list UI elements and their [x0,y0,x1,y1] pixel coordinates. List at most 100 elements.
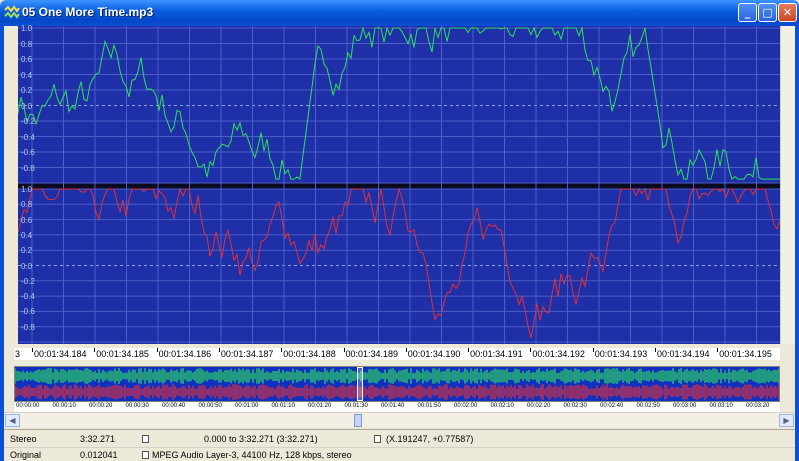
close-button[interactable]: ✕ [778,3,797,22]
time-label: 00:01:34.192 [532,349,585,359]
amplitude-label: 0.0 [21,101,33,111]
overview-time-label: 00:00:50 [198,403,222,409]
overview-time-label: 00:01:10 [271,403,295,409]
time-label: 00:01:34.186 [158,349,212,359]
amplitude-label: 0.0 [21,261,33,271]
status-bar: Stereo 3:32.271 0.000 to 3:32.271 (3:32.… [4,429,795,461]
overview-canvas[interactable] [15,367,779,401]
time-label: 00:01:34.187 [220,349,274,359]
status-row-1: Stereo 3:32.271 0.000 to 3:32.271 (3:32.… [4,432,795,447]
horizontal-scrollbar[interactable]: ◀ ▶ [4,412,795,427]
time-tick [343,348,345,352]
amplitude-label: 0.8 [21,39,33,49]
status-duration: 3:32.271 [80,434,116,444]
amplitude-label: -0.2 [21,117,35,126]
close-icon: ✕ [782,6,793,19]
chevron-left-icon: ◀ [9,416,16,425]
status-format: MPEG Audio Layer-3, 44100 Hz, 128 kbps, … [152,450,352,460]
amplitude-label: 0.8 [21,200,33,210]
time-tick [94,348,96,352]
format-icon [142,451,149,459]
overview-left-channel [15,368,779,384]
overview-time-label: 00:01:40 [381,403,405,409]
overview-time-label: 00:01:50 [417,403,441,409]
status-view: Original [10,450,42,460]
minimize-icon: _ [744,6,751,19]
overview-time-label: 00:00:00 [16,403,40,409]
overview-right-channel [15,384,779,400]
time-tick [156,348,158,352]
overview-time-label: 00:01:00 [235,403,259,409]
horizontal-scroll-thumb[interactable] [354,414,362,427]
overview-time-label: 00:01:30 [344,403,368,409]
waveform-canvas[interactable] [18,26,780,344]
time-tick [655,348,656,352]
window-frame-right [795,26,799,461]
time-tick [530,348,532,352]
amplitude-label: -0.6 [21,148,35,157]
editor-client-area: 1.0 0.8 0.6 0.4 0.2 0.0 -0.2 -0.4 -0.6 -0.8 1.0 0.8… [4,24,795,461]
amplitude-label: 0.4 [21,230,33,240]
time-ruler[interactable]: 3 00:01:34.184 00:01:34.185 00:01:34.186 00… [14,348,780,360]
right-channel-waveform [18,187,780,339]
status-zoom: 0.012041 [80,450,118,460]
overview-time-label: 00:00:20 [89,403,113,409]
amplitude-label: -0.6 [21,307,35,317]
time-label: 00:01:34.191 [470,349,523,359]
overview-time-label: 00:02:00 [454,403,478,409]
chevron-right-icon: ▶ [783,416,790,425]
time-tick [405,348,407,352]
time-tick [468,348,470,352]
left-channel-waveform [18,26,780,180]
app-icon[interactable] [4,5,20,21]
overview-time-label: 00:03:00 [673,403,697,409]
maximize-icon: □ [762,6,773,19]
time-label: 00:01:34.193 [594,349,648,359]
time-label: 00:01:34.189 [345,349,399,359]
overview-time-ruler: 00:00:00 00:00:10 00:00:20 00:00:30 00:00:40… [14,402,780,412]
time-label: 00:01:34.190 [407,349,461,359]
selection-icon [142,435,149,443]
amplitude-label: 0.6 [21,55,33,64]
amplitude-label: 0.6 [21,215,33,225]
amplitude-label: -0.8 [21,322,35,332]
scroll-right-button[interactable]: ▶ [779,414,794,427]
overview-time-label: 00:00:10 [52,403,76,409]
overview-time-label: 00:00:30 [125,403,149,409]
overview-time-label: 00:02:10 [490,403,514,409]
amplitude-label: 0.2 [21,86,33,95]
overview-time-label: 00:00:40 [162,403,186,409]
overview-time-label: 00:02:50 [636,403,660,409]
overview-position-marker[interactable] [357,367,363,401]
time-label: 00:01:34.188 [283,349,336,359]
time-label: 00:01:34.194 [657,349,710,359]
minimize-button[interactable]: _ [738,3,757,22]
time-label: 00:01:34.184 [34,349,87,359]
waveform-view[interactable]: 1.0 0.8 0.6 0.4 0.2 0.0 -0.2 -0.4 -0.6 -0.8 1.0 0.8… [18,24,780,344]
amplitude-label: 1.0 [21,24,33,33]
amplitude-label: -0.4 [21,132,35,142]
time-tick [218,348,220,352]
overview-time-label: 00:03:10 [709,403,733,409]
time-tick [281,348,283,352]
amplitude-label: -0.8 [21,163,35,173]
cursor-icon [374,435,381,443]
vertical-scrollbar[interactable] [780,26,795,344]
amplitude-label: -0.4 [21,292,35,302]
overview-time-label: 00:01:20 [308,403,332,409]
overview-time-label: 00:02:40 [600,403,624,409]
time-label: 00:01:34.185 [96,349,149,359]
overview-time-label: 00:03:20 [746,403,770,409]
time-tick [32,348,33,352]
scroll-left-button[interactable]: ◀ [5,414,20,427]
overview-waveform[interactable] [14,366,780,402]
maximize-button[interactable]: □ [758,3,777,22]
time-tick [717,348,719,352]
amplitude-label: 0.2 [21,246,33,256]
ruler-first-tick: 3 [15,349,21,359]
amplitude-label: 0.4 [21,70,33,80]
title-bar: 05 One More Time.mp3 _ □ ✕ [0,0,799,26]
time-label: 00:01:34.195 [719,349,772,359]
overview-time-label: 00:02:20 [527,403,551,409]
status-row-2: Original 0.012041 MPEG Audio Layer-3, 44… [4,447,795,461]
